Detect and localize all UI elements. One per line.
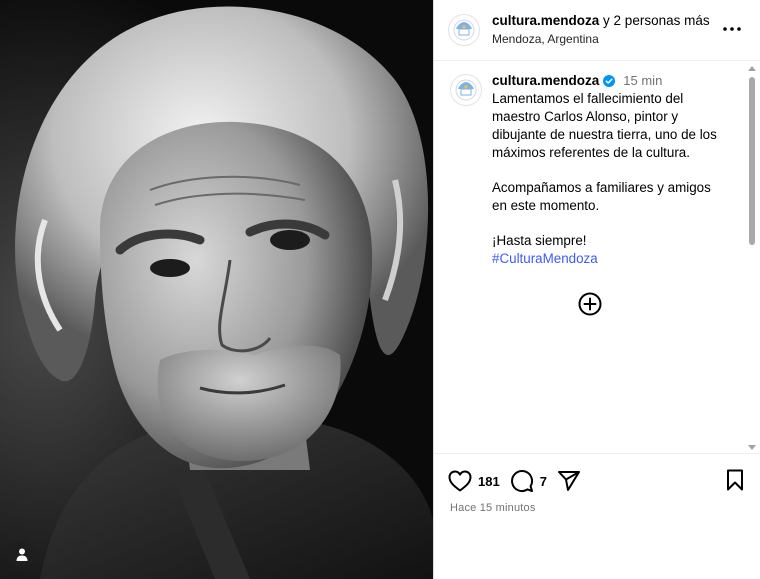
share-button[interactable] <box>557 470 581 492</box>
mendoza-logo-icon <box>455 79 477 101</box>
tagged-users-button[interactable] <box>9 541 35 567</box>
header-collab-text[interactable]: y 2 personas más <box>603 13 710 28</box>
profile-avatar[interactable] <box>448 14 480 46</box>
post-actions-area: 181 7 Hace 15 minutos <box>434 453 760 579</box>
scroll-down-arrow-icon[interactable] <box>748 445 756 450</box>
like-count[interactable]: 181 <box>478 474 500 489</box>
caption-time[interactable]: 15 min <box>623 72 662 90</box>
post-timestamp[interactable]: Hace 15 minutos <box>434 494 760 514</box>
scroll-up-arrow-icon[interactable] <box>748 66 756 71</box>
comment-button[interactable]: 7 <box>510 469 547 493</box>
more-options-button[interactable] <box>720 19 744 39</box>
like-button[interactable]: 181 <box>448 470 500 492</box>
share-icon <box>557 471 580 491</box>
scrollbar-thumb[interactable] <box>749 77 755 245</box>
mendoza-logo-icon <box>453 19 475 41</box>
caption: cultura.mendoza 15 min Lamentamos el fal… <box>434 62 760 268</box>
comment-icon <box>510 470 533 492</box>
view-more-comments-button[interactable] <box>577 291 603 317</box>
instagram-post: cultura.mendoza y 2 personas más Mendoza… <box>0 0 760 579</box>
caption-paragraph: Lamentamos el fallecimiento del maestro … <box>492 91 717 160</box>
caption-scrollbar[interactable] <box>747 63 757 453</box>
comment-count[interactable]: 7 <box>540 474 547 489</box>
caption-paragraph: Acompañamos a familiares y amigos en est… <box>492 180 711 213</box>
save-button[interactable] <box>726 469 744 496</box>
header-username[interactable]: cultura.mendoza <box>492 13 599 28</box>
caption-paragraph: ¡Hasta siempre! <box>492 233 587 248</box>
action-bar: 181 7 <box>434 454 760 494</box>
post-photo[interactable] <box>0 0 433 579</box>
portrait-image <box>0 0 433 579</box>
location-link[interactable]: Mendoza, Argentina <box>492 32 710 47</box>
verified-badge-icon <box>603 75 616 87</box>
heart-icon <box>448 470 472 492</box>
hashtag-link[interactable]: #CulturaMendoza <box>492 250 724 268</box>
user-icon <box>16 548 28 561</box>
caption-avatar[interactable] <box>450 74 482 106</box>
caption-scroll-area[interactable]: cultura.mendoza 15 min Lamentamos el fal… <box>434 62 760 452</box>
post-header: cultura.mendoza y 2 personas más Mendoza… <box>434 0 760 61</box>
caption-username[interactable]: cultura.mendoza <box>492 72 599 90</box>
plus-circle-icon <box>578 292 602 316</box>
more-options-icon <box>723 27 741 31</box>
bookmark-icon <box>727 469 743 491</box>
post-sidebar: cultura.mendoza y 2 personas más Mendoza… <box>433 0 760 579</box>
